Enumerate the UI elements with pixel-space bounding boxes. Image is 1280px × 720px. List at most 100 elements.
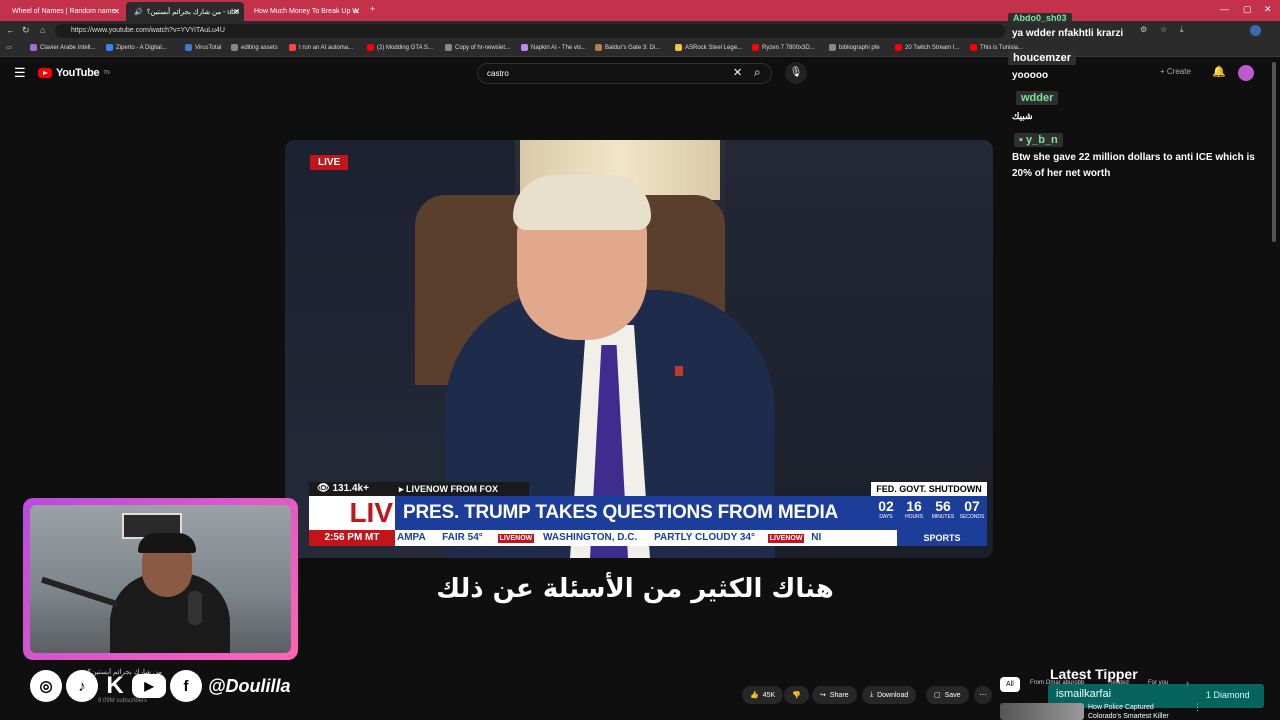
source-text: LIVENOW FROM FOX — [406, 484, 499, 494]
bookmark-label: 20 Twitch Stream I... — [905, 44, 960, 51]
bookmark-item[interactable]: I run an AI automa... — [289, 44, 353, 51]
bookmark-favicon — [185, 44, 192, 51]
social-handles: ◎ ♪ K ▶ f @Doulilla — [30, 668, 291, 704]
more-icon[interactable]: ⋮ — [1193, 702, 1202, 713]
youtube-icon: ▶ — [132, 674, 166, 698]
share-button[interactable]: ↪ Share — [812, 686, 857, 704]
instagram-icon: ◎ — [30, 670, 62, 702]
bookmark-item[interactable]: Napkin AI - The vis... — [521, 44, 586, 51]
subtitle: هناك الكثير من الأسئلة عن ذلك — [436, 574, 834, 604]
bookmark-item[interactable]: editing assets — [231, 44, 278, 51]
countdown: 02 DAYS 16 HOURS 56 MINUTES 07 SECONDS — [871, 496, 987, 530]
bookmark-item[interactable]: Clavier Arabe Intell... — [30, 44, 95, 51]
viewer-count: 👁 131.4k+ — [309, 482, 397, 496]
bookmarks-icon[interactable]: ▭ — [6, 44, 12, 51]
bookmark-item[interactable]: ASRock Steel Lege... — [675, 44, 742, 51]
more-actions-button[interactable]: ⋯ — [974, 686, 992, 704]
search-icon[interactable]: ⌕ — [754, 65, 761, 80]
microphone — [188, 591, 202, 625]
countdown-value: 07 — [964, 498, 980, 514]
new-tab-button[interactable]: + — [370, 4, 375, 14]
save-button[interactable]: ▢ Save — [926, 686, 969, 704]
filter-chip-all[interactable]: All — [1000, 677, 1020, 692]
close-icon[interactable]: ✕ — [113, 7, 120, 16]
bookmark-favicon — [895, 44, 902, 51]
flag-pin-icon — [675, 366, 683, 376]
browser-tab[interactable]: How Much Money To Break Up W ✕ — [246, 2, 364, 21]
tiktok-icon: ♪ — [66, 670, 98, 702]
countdown-unit: DAYS — [879, 514, 893, 520]
browser-tab-active[interactable]: 🔊 من شارك بجرائم أبستين؟ - ube ✕ — [126, 2, 244, 21]
ticker-item: WASHINGTON, D.C. — [543, 532, 638, 543]
bookmark-favicon — [970, 44, 977, 51]
clear-search-icon[interactable]: ✕ — [733, 66, 742, 79]
countdown-cell: 07 SECONDS — [958, 498, 986, 520]
viewers-value: 131.4k+ — [332, 483, 369, 494]
bookmark-item[interactable]: VirusTotal — [185, 44, 221, 51]
back-icon[interactable]: ← — [6, 25, 15, 35]
tipper-name: ismailkarfai — [1056, 688, 1112, 700]
bookmark-label: (2) Modding GTA S... — [377, 44, 433, 51]
chat-username: ▪ y_b_n — [1014, 133, 1063, 147]
hair — [513, 175, 651, 230]
url-text: https://www.youtube.com/watch?v=YVYiTAuL… — [71, 27, 225, 34]
bookmark-favicon — [829, 44, 836, 51]
bookmark-item[interactable]: 20 Twitch Stream I... — [895, 44, 960, 51]
countdown-cell: 16 HOURS — [901, 498, 927, 520]
microphone-icon[interactable]: 🎙 — [785, 62, 807, 84]
bookmark-label: Copy of hr-newslet... — [455, 44, 511, 51]
browser-tab[interactable]: Wheel of Names | Random name ✕ — [4, 2, 124, 21]
chat-message: ▪ y_b_n Btw she gave 22 million dollars … — [1008, 130, 1273, 182]
audio-icon[interactable]: 🔊 — [134, 8, 143, 16]
youtube-play-icon — [38, 68, 52, 78]
thumbs-up-icon: 👍 — [750, 692, 759, 699]
bookmark-item[interactable]: Baldur's Gate 3: Di... — [595, 44, 660, 51]
dislike-button[interactable]: 👎 — [784, 686, 809, 704]
ticker-item: AMPA — [397, 532, 426, 543]
reload-icon[interactable]: ↻ — [22, 25, 30, 36]
bookmark-item[interactable]: Ziperto - A Digital... — [106, 44, 167, 51]
chat-username: houcemzer — [1008, 51, 1077, 65]
download-label: Download — [877, 691, 909, 699]
countdown-unit: MINUTES — [931, 514, 955, 520]
bookmark-icon: ▢ — [934, 692, 941, 699]
recommendation-thumbnail[interactable] — [1000, 703, 1084, 720]
thumbs-down-icon: 👎 — [792, 692, 801, 699]
mic-arm — [41, 576, 119, 608]
countdown-cell: 56 MINUTES — [929, 498, 957, 520]
recommendation-title[interactable]: How Police Captured Colorado's Smartest … — [1088, 703, 1188, 720]
bookmark-item[interactable]: Copy of hr-newslet... — [445, 44, 510, 51]
bookmark-favicon — [752, 44, 759, 51]
tab-label: How Much Money To Break Up W — [254, 8, 359, 15]
chat-text: Btw she gave 22 million dollars to anti … — [1012, 152, 1255, 179]
bookmark-item[interactable]: bibliographi pfe — [829, 44, 880, 51]
bookmark-label: ASRock Steel Lege... — [685, 44, 743, 51]
bookmark-label: Clavier Arabe Intell... — [40, 44, 96, 51]
share-icon: ↪ — [820, 692, 826, 699]
bookmark-favicon — [106, 44, 113, 51]
close-icon[interactable]: ✕ — [353, 7, 360, 16]
url-field[interactable]: https://www.youtube.com/watch?v=YVYiTAuL… — [55, 24, 1005, 38]
bookmark-label: editing assets — [241, 44, 278, 51]
like-button[interactable]: 👍 45K — [742, 686, 784, 704]
download-button[interactable]: ⤓ Download — [862, 686, 917, 704]
bookmark-label: Baldur's Gate 3: Di... — [605, 44, 661, 51]
kick-icon: K — [106, 672, 124, 699]
youtube-logo[interactable]: YouTube TN — [38, 67, 110, 79]
sports-label: SPORTS — [897, 530, 987, 546]
ticker-brand: LIVENOW — [767, 534, 805, 543]
search-input[interactable]: castro — [477, 63, 772, 84]
brand-logo: LIV — [309, 496, 395, 530]
badge-icon: ▪ — [1019, 134, 1026, 146]
bookmark-item[interactable]: (2) Modding GTA S... — [367, 44, 433, 51]
menu-icon[interactable]: ☰ — [14, 65, 26, 81]
bookmark-item[interactable]: Ryzen 7 7800x3D... — [752, 44, 815, 51]
chat-text: شبيك — [1012, 111, 1033, 121]
close-icon[interactable]: ✕ — [233, 7, 240, 16]
home-icon[interactable]: ⌂ — [40, 25, 45, 35]
countdown-value: 16 — [906, 498, 922, 514]
scrollbar-thumb[interactable] — [1272, 62, 1276, 242]
bookmark-label: bibliographi pfe — [839, 44, 880, 51]
chat-message: houcemzer yooooo — [1008, 48, 1273, 84]
download-icon: ⤓ — [870, 691, 874, 698]
